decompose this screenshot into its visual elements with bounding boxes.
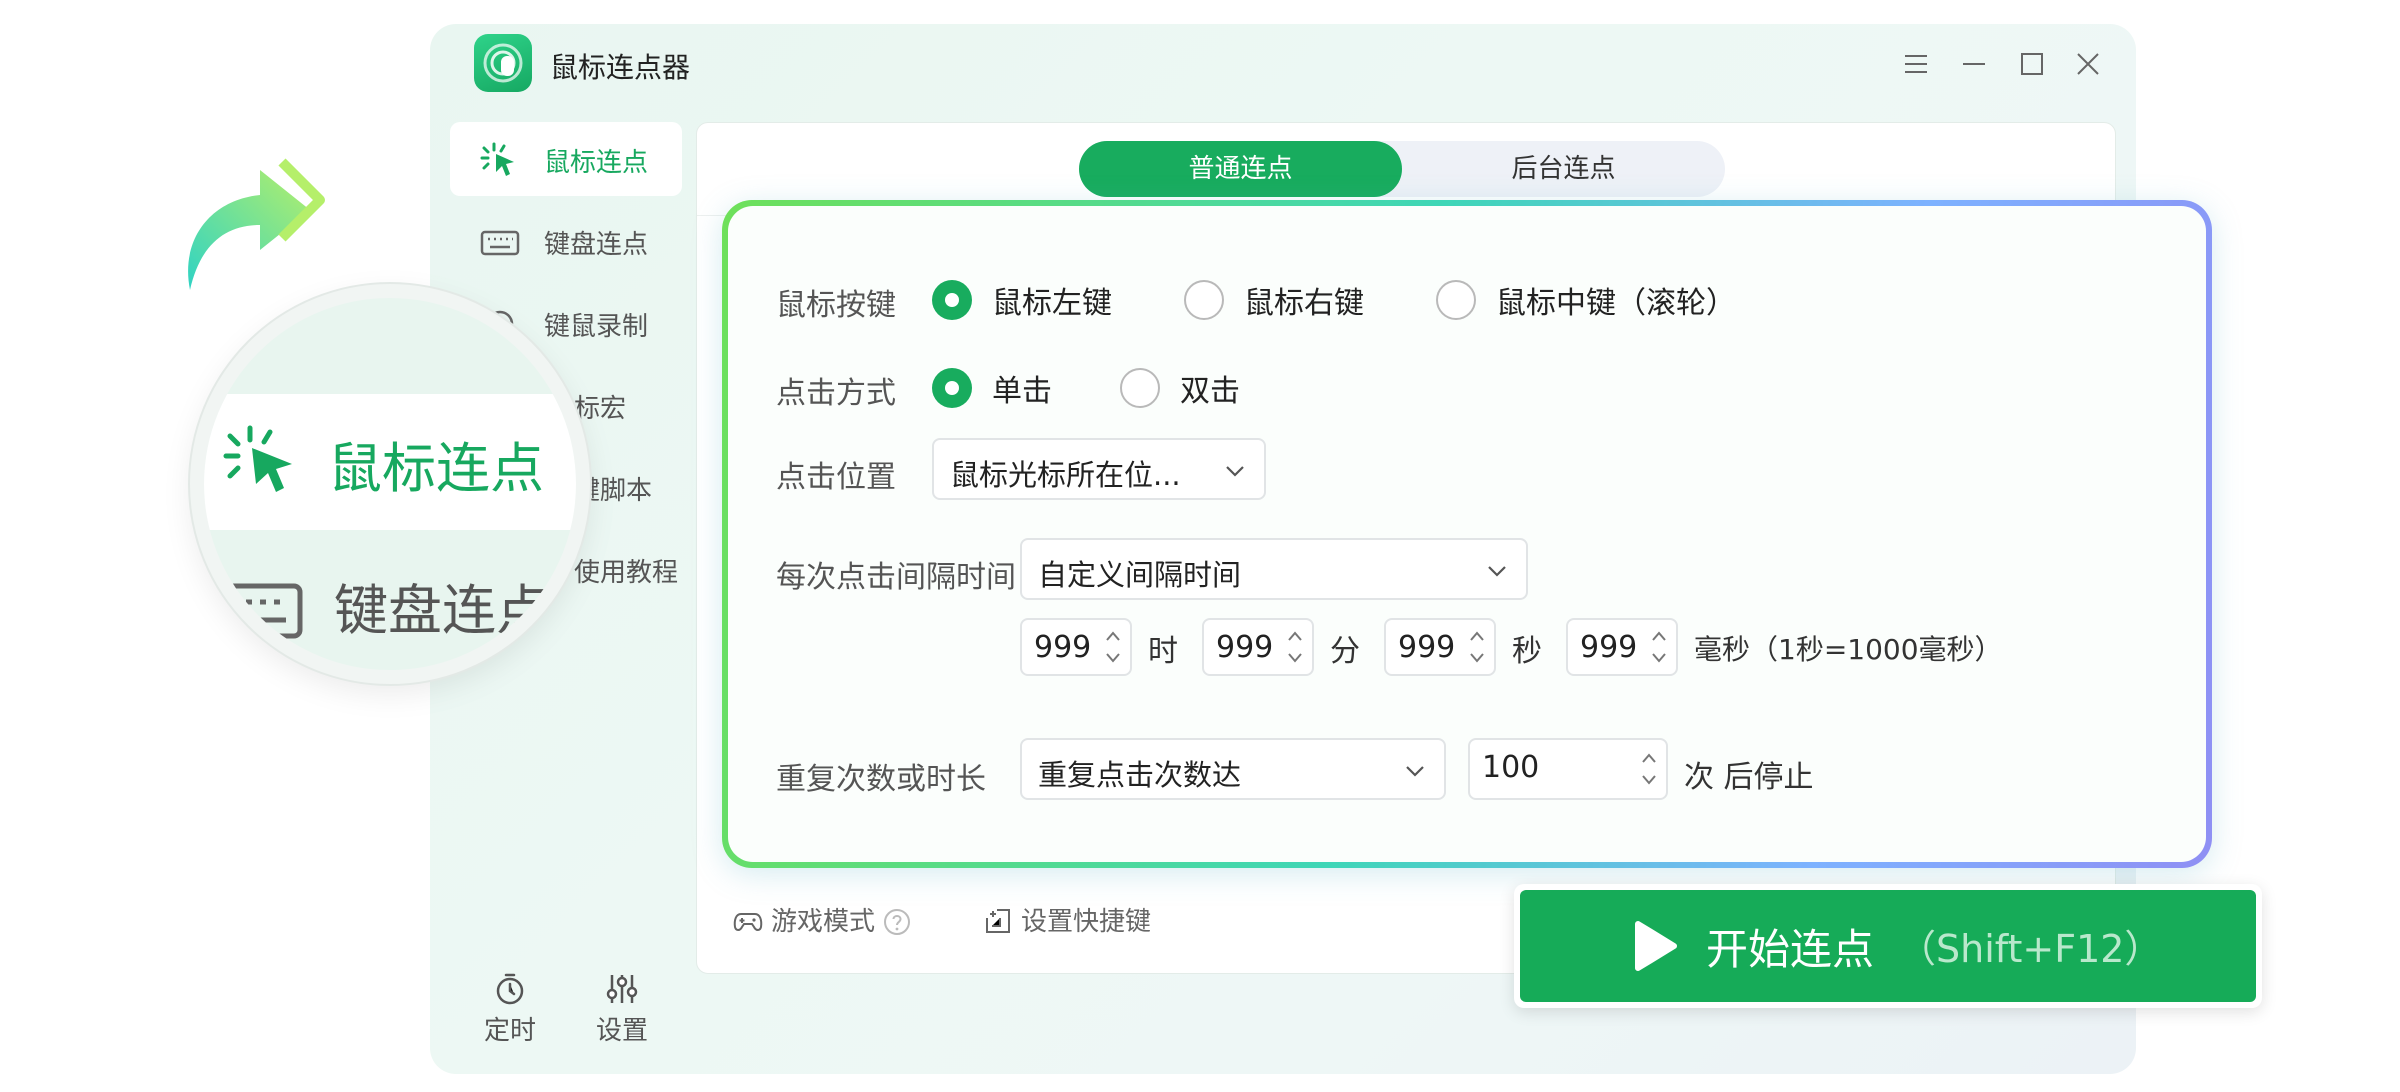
magnified-next-label: 键盘连点 — [334, 579, 550, 642]
app-logo — [474, 34, 532, 92]
magnified-active-label: 鼠标连点 — [328, 437, 544, 500]
chevron-down-icon — [1488, 566, 1506, 577]
right-button-label: 鼠标右键 — [1244, 286, 1364, 321]
milliseconds-unit: 毫秒（1秒=1000毫秒） — [1694, 633, 2003, 666]
chevron-down-icon — [1226, 466, 1244, 477]
stepper-arrows-icon[interactable] — [1650, 626, 1668, 668]
middle-button-label: 鼠标中键（滚轮） — [1496, 286, 1736, 321]
game-mode-label: 游戏模式 — [771, 907, 876, 937]
sidebar-item-keyboard-click[interactable]: 键盘连点 — [450, 204, 682, 278]
hours-stepper[interactable]: 999 — [1020, 618, 1132, 676]
sliders-icon — [606, 975, 638, 1003]
hours-value: 999 — [1034, 630, 1092, 665]
repeat-count-stepper[interactable]: 100 — [1468, 738, 1668, 800]
seconds-stepper[interactable]: 999 — [1384, 618, 1496, 676]
cursor-click-icon — [223, 425, 292, 492]
repeat-suffix: 次 后停止 — [1684, 760, 1814, 795]
stepper-arrows-icon[interactable] — [1640, 748, 1658, 790]
milliseconds-stepper[interactable]: 999 — [1566, 618, 1678, 676]
interval-mode-value: 自定义间隔时间 — [1038, 558, 1242, 592]
shortcut-settings-link[interactable]: 设置快捷键 — [983, 901, 1151, 938]
seconds-value: 999 — [1398, 630, 1456, 665]
mouse-logo-icon — [483, 43, 523, 83]
minimize-icon[interactable] — [1954, 44, 1994, 84]
maximize-icon[interactable] — [2012, 44, 2052, 84]
repeat-count-value: 100 — [1482, 750, 1540, 785]
timer-label: 定时 — [483, 1016, 536, 1046]
radio-double-click[interactable] — [1120, 368, 1160, 408]
repeat-mode-value: 重复点击次数达 — [1038, 758, 1242, 792]
sidebar-item-label: 使用教程 — [574, 558, 679, 588]
click-position-select[interactable]: 鼠标光标所在位... — [932, 438, 1266, 500]
double-click-label: 双击 — [1180, 374, 1240, 409]
milliseconds-value: 999 — [1580, 630, 1638, 665]
radio-middle-button[interactable] — [1436, 280, 1476, 320]
start-button-face: 开始连点 （Shift+F12） — [1520, 890, 2256, 1002]
repeat-label: 重复次数或时长 — [776, 762, 986, 797]
repeat-mode-select[interactable]: 重复点击次数达 — [1020, 738, 1446, 800]
click-settings-card: 鼠标按键 鼠标左键 鼠标右键 鼠标中键（滚轮） 点击方式 单击 双击 点击位置 … — [722, 200, 2212, 868]
start-button-hotkey: （Shift+F12） — [1898, 927, 2163, 971]
tab-switch: 普通连点 后台连点 — [1079, 141, 1725, 197]
seconds-unit: 秒 — [1512, 634, 1542, 669]
chevron-down-icon — [1406, 766, 1424, 777]
magnifier-lens: 鼠标连点 键盘连点 — [190, 284, 590, 684]
single-click-label: 单击 — [992, 374, 1052, 409]
settings-button[interactable]: 设置 — [582, 972, 662, 1047]
click-position-label: 点击位置 — [776, 460, 896, 495]
minutes-value: 999 — [1216, 630, 1274, 665]
cursor-click-icon — [480, 142, 514, 176]
radio-single-click[interactable] — [932, 368, 972, 408]
decorative-arrow-icon — [188, 158, 325, 290]
start-button-label: 开始连点 — [1706, 925, 1875, 974]
stepper-arrows-icon[interactable] — [1468, 626, 1486, 668]
keyboard-icon — [480, 230, 520, 256]
stepper-arrows-icon[interactable] — [1104, 626, 1122, 668]
timer-button[interactable]: 定时 — [470, 972, 550, 1047]
sidebar-item-label: 键鼠录制 — [544, 312, 649, 342]
sidebar-item-label: 标宏 — [574, 394, 627, 424]
magnified-active-item: 鼠标连点 — [204, 394, 576, 530]
click-settings-form: 鼠标按键 鼠标左键 鼠标右键 鼠标中键（滚轮） 点击方式 单击 双击 点击位置 … — [728, 206, 2206, 862]
play-icon — [1635, 921, 1677, 971]
title-bar: 鼠标连点器 — [430, 24, 2136, 104]
sidebar-item-label: 键盘连点 — [544, 230, 649, 260]
hours-unit: 时 — [1148, 634, 1178, 669]
shortcut-icon — [986, 909, 1010, 933]
tab-background-click[interactable]: 后台连点 — [1402, 141, 1725, 197]
radio-right-button[interactable] — [1184, 280, 1224, 320]
radio-left-button[interactable] — [932, 280, 972, 320]
minutes-unit: 分 — [1330, 634, 1360, 669]
sidebar-item-label: 鼠标连点 — [544, 148, 649, 178]
settings-label: 设置 — [595, 1016, 648, 1046]
app-title: 鼠标连点器 — [550, 51, 691, 84]
stepper-arrows-icon[interactable] — [1286, 626, 1304, 668]
tab-normal-click[interactable]: 普通连点 — [1079, 141, 1402, 197]
keyboard-icon — [217, 583, 303, 639]
click-position-value: 鼠标光标所在位... — [950, 458, 1181, 492]
minutes-stepper[interactable]: 999 — [1202, 618, 1314, 676]
timer-icon — [496, 973, 524, 1005]
mouse-button-label: 鼠标按键 — [776, 288, 896, 323]
close-icon[interactable] — [2068, 44, 2108, 84]
start-clicking-button[interactable]: 开始连点 （Shift+F12） — [1514, 884, 2262, 1008]
interval-mode-select[interactable]: 自定义间隔时间 — [1020, 538, 1528, 600]
sidebar-item-mouse-click[interactable]: 鼠标连点 — [450, 122, 682, 196]
interval-label: 每次点击间隔时间 — [776, 560, 1016, 595]
gamepad-icon — [733, 913, 763, 931]
left-button-label: 鼠标左键 — [992, 286, 1112, 321]
shortcut-label: 设置快捷键 — [1021, 907, 1152, 937]
click-type-label: 点击方式 — [776, 376, 896, 411]
help-icon[interactable] — [883, 908, 911, 936]
game-mode-link[interactable]: 游戏模式 — [733, 901, 911, 938]
menu-icon[interactable] — [1896, 44, 1936, 84]
